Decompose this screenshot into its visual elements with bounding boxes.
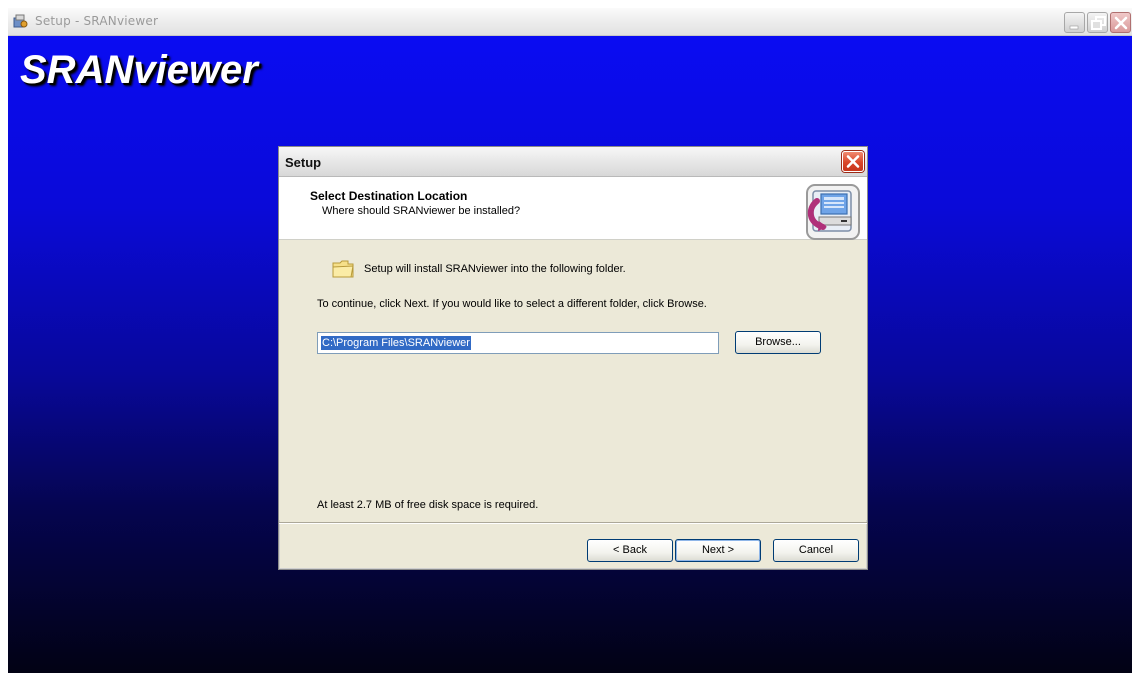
minimize-button[interactable] bbox=[1064, 12, 1085, 33]
restore-button[interactable] bbox=[1087, 12, 1108, 33]
dialog-close-button[interactable] bbox=[842, 151, 864, 172]
continue-instruction-text: To continue, click Next. If you would li… bbox=[317, 298, 707, 310]
dialog-title: Setup bbox=[285, 155, 322, 170]
browse-button[interactable]: Browse... bbox=[735, 331, 821, 354]
folder-icon bbox=[332, 259, 354, 279]
installer-window: Setup - SRANviewer SRANviewer Setup Sele… bbox=[8, 8, 1132, 673]
next-button[interactable]: Next > bbox=[675, 539, 761, 562]
cancel-button[interactable]: Cancel bbox=[773, 539, 859, 562]
destination-path-input[interactable]: C:\Program Files\SRANviewer bbox=[317, 332, 719, 354]
setup-app-icon bbox=[12, 13, 28, 29]
wizard-body: Setup will install SRANviewer into the f… bbox=[279, 240, 867, 520]
window-close-button[interactable] bbox=[1110, 12, 1131, 33]
back-button[interactable]: < Back bbox=[587, 539, 673, 562]
disk-space-text: At least 2.7 MB of free disk space is re… bbox=[317, 499, 539, 511]
page-subtitle: Where should SRANviewer be installed? bbox=[322, 205, 521, 217]
brand-title: SRANviewer bbox=[20, 48, 258, 92]
page-title: Select Destination Location bbox=[310, 189, 468, 203]
dialog-titlebar[interactable]: Setup bbox=[279, 147, 867, 177]
setup-dialog: Setup Select Destination Location Where … bbox=[278, 146, 868, 570]
wizard-header: Select Destination Location Where should… bbox=[279, 177, 867, 240]
destination-computer-icon bbox=[801, 183, 861, 243]
window-titlebar[interactable]: Setup - SRANviewer bbox=[8, 8, 1132, 36]
install-info-text: Setup will install SRANviewer into the f… bbox=[364, 263, 626, 275]
destination-path-value: C:\Program Files\SRANviewer bbox=[321, 336, 471, 350]
button-separator bbox=[279, 522, 867, 524]
window-title: Setup - SRANviewer bbox=[35, 14, 159, 28]
